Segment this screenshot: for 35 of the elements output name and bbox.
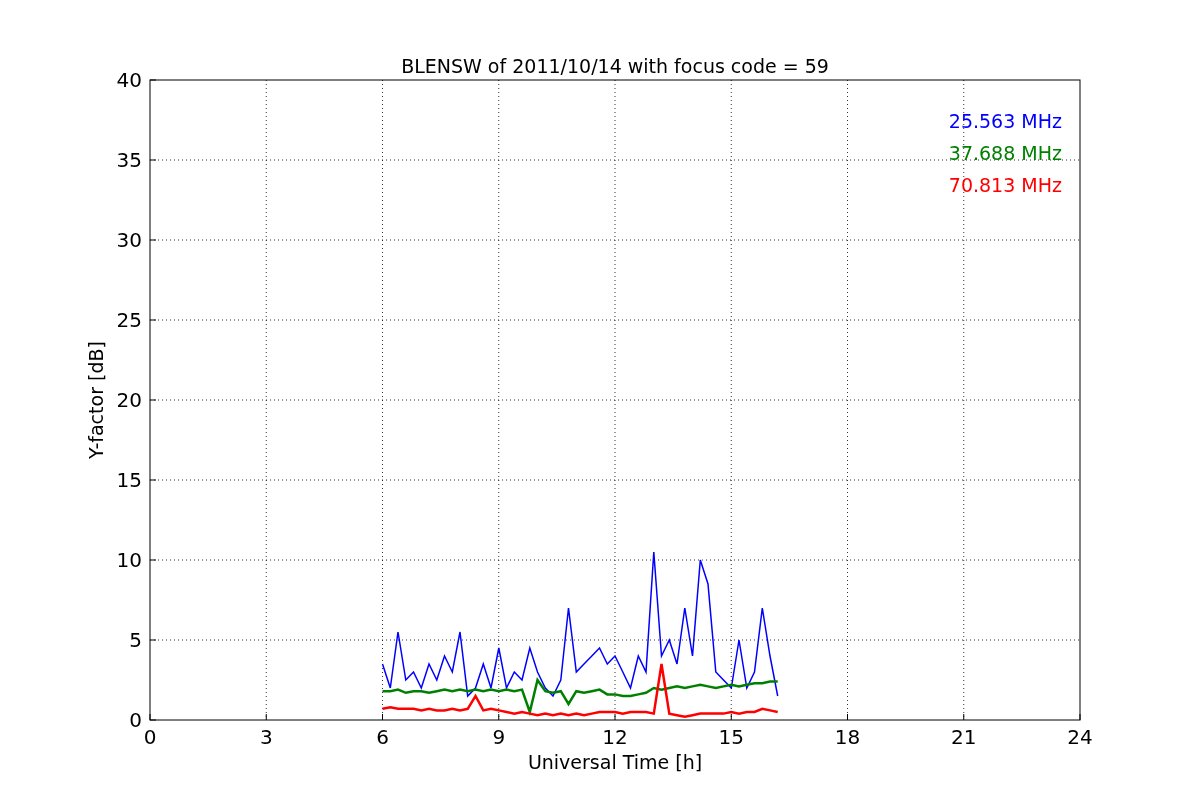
- tick-mark: [149, 559, 157, 561]
- y-tick-label: 40: [116, 68, 142, 92]
- x-tick-label: 3: [259, 725, 273, 749]
- x-tick-label: 18: [834, 725, 861, 749]
- tick-mark: [149, 79, 157, 81]
- tick-mark: [149, 479, 157, 481]
- y-tick-label: 20: [116, 388, 142, 412]
- y-axis-label: Y-factor [dB]: [85, 341, 107, 459]
- tick-mark: [149, 399, 157, 401]
- x-tick-label: 0: [143, 725, 157, 749]
- y-tick-label: 0: [129, 708, 142, 732]
- x-tick-label: 21: [951, 725, 977, 749]
- tick-mark: [149, 239, 157, 241]
- legend-label: 37.688 MHz: [948, 142, 1062, 164]
- x-axis-label: Universal Time [h]: [527, 751, 703, 773]
- y-tick-label: 10: [116, 548, 142, 572]
- tick-mark: [730, 713, 732, 721]
- tick-mark: [149, 159, 157, 161]
- y-tick-label: 5: [129, 628, 142, 652]
- tick-mark: [149, 319, 157, 321]
- legend-label: 70.813 MHz: [948, 174, 1062, 196]
- y-tick-label: 25: [116, 308, 142, 332]
- tick-mark: [149, 639, 157, 641]
- tick-mark: [614, 713, 616, 721]
- y-tick-label: 35: [116, 148, 142, 172]
- legend-label: 25.563 MHz: [948, 110, 1062, 132]
- x-tick-label: 6: [376, 725, 389, 749]
- x-tick-label: 9: [492, 725, 506, 749]
- chart-title: BLENSW of 2011/10/14 with focus code = 59: [401, 55, 829, 77]
- x-tick-label: 24: [1067, 725, 1093, 749]
- y-tick-label: 30: [116, 228, 142, 252]
- y-tick-label: 15: [116, 468, 142, 492]
- tick-mark: [1079, 713, 1081, 721]
- x-tick-label: 12: [602, 725, 628, 749]
- x-tick-label: 15: [718, 725, 744, 749]
